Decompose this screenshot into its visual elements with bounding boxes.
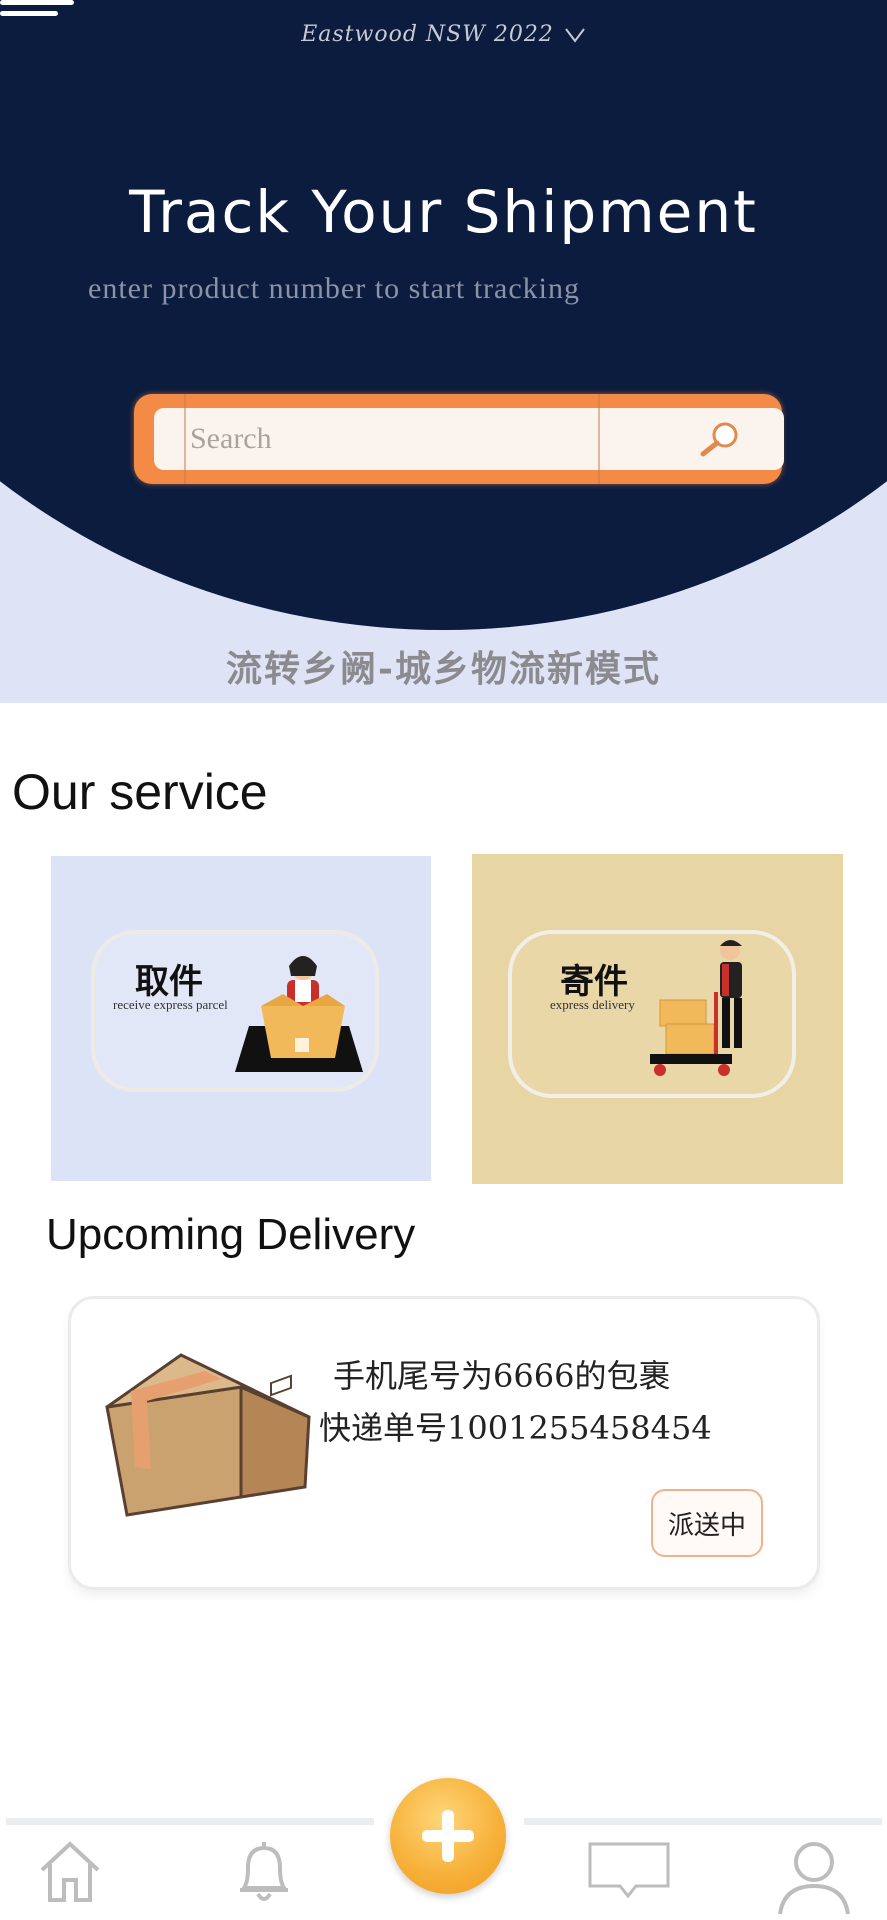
location-text: Eastwood NSW 2022 [301,22,554,47]
upcoming-title: Upcoming Delivery [46,1210,416,1259]
card-title: 取件 [135,962,203,1002]
search-divider [598,394,600,484]
search-button[interactable] [676,408,764,470]
slogan: 流转乡阙-城乡物流新模式 [226,648,661,690]
page-subtitle: enter product number to start tracking [88,272,581,305]
send-parcel-card[interactable]: 寄件 express delivery [472,854,843,1184]
services-title: Our service [12,764,268,820]
add-button[interactable] [390,1778,506,1894]
bell-icon [240,1842,288,1901]
nav-divider [524,1818,882,1825]
header-hero [0,0,887,630]
parcel-box-icon [105,1353,311,1517]
delivery-card[interactable]: 手机尾号为6666的包裹 快递单号1001255458454 派送中 [68,1296,820,1590]
delivery-tracking-number: 快递单号1001255458454 [319,1409,712,1447]
location-selector[interactable]: Eastwood NSW 2022 [0,22,887,47]
page-title: Track Your Shipment [129,178,758,246]
card-title: 寄件 [560,962,628,1002]
search-icon [700,422,738,457]
delivery-courier-illustration [650,940,742,1076]
receive-parcel-card[interactable]: 取件 receive express parcel [51,856,431,1181]
user-icon [778,1842,850,1915]
nav-notifications-button[interactable] [232,1838,296,1911]
receive-parcel-illustration [235,956,363,1072]
nav-profile-button[interactable] [774,1838,854,1920]
delivery-phone-info: 手机尾号为6666的包裹 [333,1357,671,1395]
home-icon [40,1841,100,1902]
message-icon [588,1842,670,1899]
status-badge: 派送中 [651,1489,763,1557]
search-bar [134,394,784,484]
header-band [0,0,887,703]
nav-home-button[interactable] [38,1838,102,1911]
menu-icon[interactable] [0,0,82,22]
chevron-down-icon [565,28,585,43]
search-divider [184,394,186,484]
card-subtitle: express delivery [550,997,635,1012]
card-subtitle: receive express parcel [113,997,228,1012]
nav-messages-button[interactable] [586,1838,672,1907]
add-icon [422,1810,474,1862]
nav-divider [6,1818,374,1825]
